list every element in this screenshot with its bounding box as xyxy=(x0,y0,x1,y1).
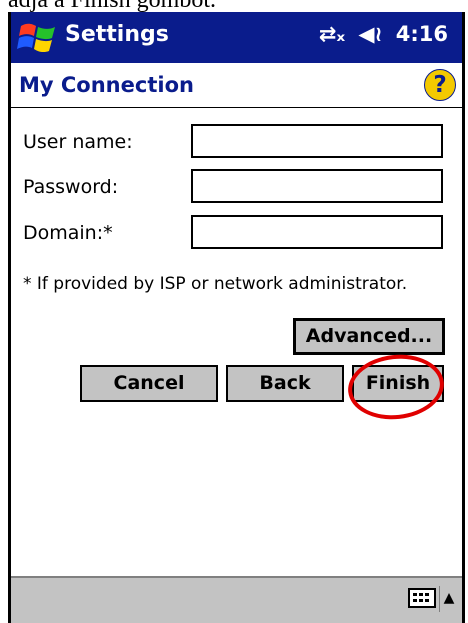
pocket-pc-screen: Settings ⇄ₓ ◀≀ 4:16 My Connection ? User… xyxy=(8,12,465,623)
page-caption: adja a Finish gombot. xyxy=(0,0,468,12)
cancel-button[interactable]: Cancel xyxy=(80,365,218,402)
back-button[interactable]: Back xyxy=(226,365,344,402)
connectivity-icon[interactable]: ⇄ₓ xyxy=(319,22,345,46)
page-header: My Connection ? xyxy=(11,63,462,108)
advanced-button[interactable]: Advanced... xyxy=(293,318,445,355)
highlight-circle xyxy=(344,350,448,424)
status-area: ⇄ₓ ◀≀ 4:16 xyxy=(313,22,448,46)
domain-label: Domain:* xyxy=(23,222,113,244)
volume-icon[interactable]: ◀≀ xyxy=(358,22,382,46)
start-flag-icon[interactable] xyxy=(15,16,59,60)
password-field[interactable] xyxy=(191,169,443,203)
command-bar: ▲ xyxy=(11,576,462,623)
page-title: My Connection xyxy=(19,73,194,97)
title-bar: Settings ⇄ₓ ◀≀ 4:16 xyxy=(11,12,462,63)
isp-note: * If provided by ISP or network administ… xyxy=(23,274,408,294)
domain-field[interactable] xyxy=(191,215,443,249)
app-title: Settings xyxy=(65,22,169,47)
input-panel-arrow-icon[interactable]: ▲ xyxy=(439,586,458,612)
help-icon[interactable]: ? xyxy=(424,69,456,101)
username-field[interactable] xyxy=(191,124,443,158)
keyboard-icon[interactable] xyxy=(408,588,436,608)
clock-time[interactable]: 4:16 xyxy=(396,22,448,46)
username-label: User name: xyxy=(23,131,133,153)
password-label: Password: xyxy=(23,176,119,198)
